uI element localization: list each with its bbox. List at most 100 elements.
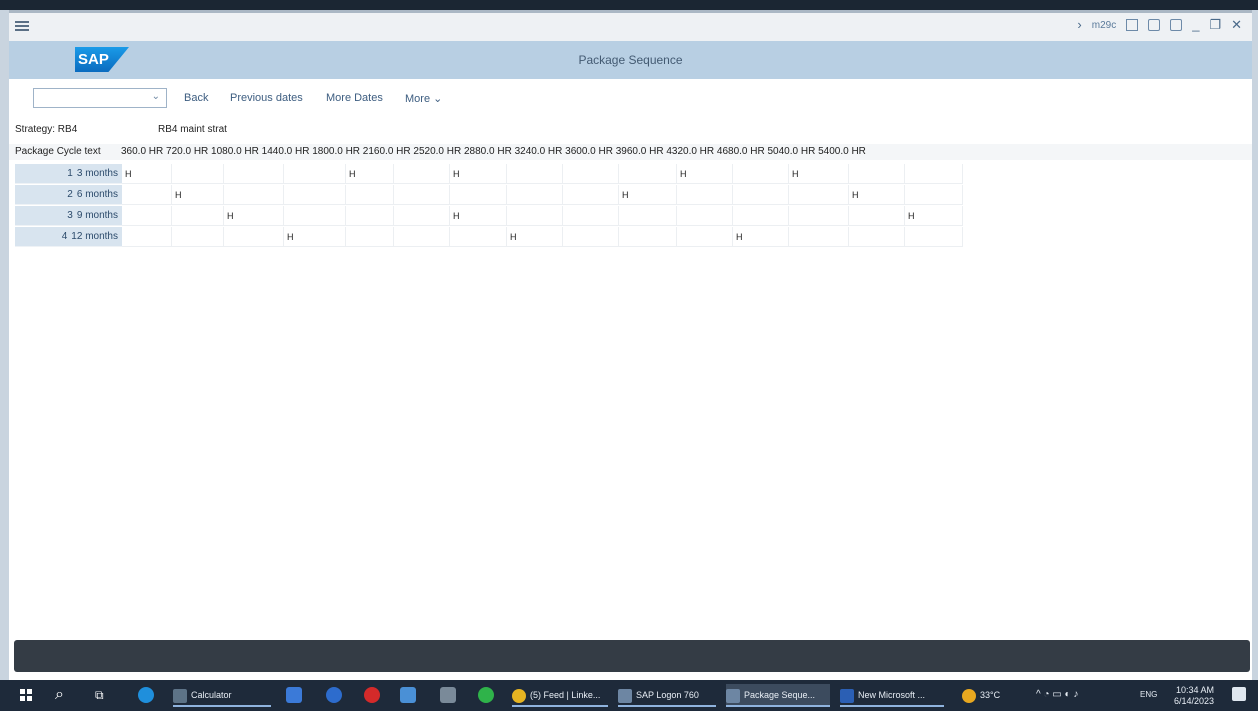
sequence-cell[interactable] bbox=[563, 227, 619, 247]
record-icon[interactable] bbox=[364, 687, 380, 703]
command-dropdown[interactable]: ⌄ bbox=[33, 88, 167, 108]
sequence-cell[interactable]: H bbox=[284, 227, 346, 247]
sequence-cell[interactable]: H bbox=[450, 206, 507, 226]
strategy-label: Strategy: RB4 bbox=[15, 124, 78, 135]
sequence-cell[interactable] bbox=[284, 164, 346, 184]
sequence-cell[interactable] bbox=[122, 227, 172, 247]
sequence-cell[interactable] bbox=[677, 227, 733, 247]
package-row-label[interactable]: 4 12 months bbox=[15, 227, 122, 247]
system-tray-icons[interactable]: ^ ◔ ▭ ◐ ♪ bbox=[1036, 689, 1078, 700]
sequence-cell[interactable] bbox=[849, 164, 905, 184]
new-session-icon[interactable] bbox=[1148, 19, 1161, 31]
sequence-cell[interactable]: H bbox=[677, 164, 733, 184]
mail-icon[interactable] bbox=[400, 687, 416, 703]
sequence-cell[interactable] bbox=[172, 227, 224, 247]
sequence-cell[interactable]: H bbox=[172, 185, 224, 205]
sequence-cell[interactable] bbox=[172, 164, 224, 184]
taskbar-app-calculator[interactable]: Calculator bbox=[173, 684, 271, 707]
sequence-cell[interactable] bbox=[849, 227, 905, 247]
taskbar-app-word[interactable]: New Microsoft ... bbox=[840, 684, 944, 707]
taskbar-app-sap-logon[interactable]: SAP Logon 760 bbox=[618, 684, 716, 707]
sequence-cell[interactable] bbox=[507, 164, 563, 184]
sequence-cell[interactable] bbox=[619, 164, 677, 184]
weather-widget[interactable]: 33°C bbox=[962, 684, 1022, 707]
restore-icon[interactable]: ❐ bbox=[1209, 18, 1221, 32]
sequence-cell[interactable] bbox=[346, 185, 394, 205]
sequence-cell[interactable] bbox=[733, 185, 789, 205]
sequence-cell[interactable] bbox=[733, 164, 789, 184]
sequence-cell[interactable]: H bbox=[619, 185, 677, 205]
sequence-cell[interactable]: H bbox=[733, 227, 789, 247]
sequence-cell[interactable] bbox=[450, 185, 507, 205]
more-dates-button[interactable]: More Dates bbox=[326, 92, 383, 104]
sequence-cell[interactable] bbox=[677, 185, 733, 205]
sequence-cell[interactable] bbox=[507, 185, 563, 205]
sequence-cell[interactable] bbox=[122, 185, 172, 205]
sequence-cell[interactable] bbox=[122, 206, 172, 226]
sequence-cell[interactable] bbox=[394, 227, 450, 247]
title-bar: SAP Package Sequence bbox=[9, 41, 1252, 79]
sequence-cell[interactable]: H bbox=[849, 185, 905, 205]
package-row-label[interactable]: 26 months bbox=[15, 185, 122, 205]
sequence-cell[interactable] bbox=[619, 206, 677, 226]
calendar-icon[interactable] bbox=[286, 687, 302, 703]
shortcut-icon[interactable] bbox=[1170, 19, 1183, 31]
whatsapp-icon[interactable] bbox=[478, 687, 494, 703]
sequence-cell[interactable]: H bbox=[346, 164, 394, 184]
sequence-cell[interactable] bbox=[346, 206, 394, 226]
package-row-label[interactable]: 13 months bbox=[15, 164, 122, 184]
teams-icon[interactable] bbox=[326, 687, 342, 703]
chevron-right-icon[interactable]: › bbox=[1077, 18, 1081, 32]
language-indicator[interactable]: ENG bbox=[1140, 690, 1157, 699]
sequence-cell[interactable] bbox=[394, 185, 450, 205]
sequence-cell[interactable] bbox=[346, 227, 394, 247]
running-indicator bbox=[618, 705, 716, 707]
camera-icon[interactable] bbox=[440, 687, 456, 703]
sequence-cell[interactable] bbox=[224, 185, 284, 205]
sequence-cell[interactable] bbox=[284, 206, 346, 226]
close-icon[interactable]: ✕ bbox=[1231, 18, 1242, 32]
sequence-cell[interactable] bbox=[224, 227, 284, 247]
sequence-cell[interactable] bbox=[789, 206, 849, 226]
taskbar-app-package-sequence[interactable]: Package Seque... bbox=[726, 684, 830, 707]
menu-icon[interactable] bbox=[15, 19, 29, 33]
sequence-cell[interactable] bbox=[789, 227, 849, 247]
clock[interactable]: 10:34 AM 6/14/2023 bbox=[1174, 685, 1214, 707]
sequence-cell[interactable] bbox=[563, 185, 619, 205]
sequence-cell[interactable] bbox=[394, 164, 450, 184]
previous-dates-button[interactable]: Previous dates bbox=[230, 92, 303, 104]
sequence-cell[interactable] bbox=[905, 164, 963, 184]
more-button[interactable]: More ⌄ bbox=[405, 92, 442, 105]
sequence-cell[interactable]: H bbox=[122, 164, 172, 184]
sequence-cell[interactable] bbox=[224, 164, 284, 184]
sequence-cell[interactable]: H bbox=[789, 164, 849, 184]
back-button[interactable]: Back bbox=[184, 92, 208, 104]
sequence-cell[interactable] bbox=[789, 185, 849, 205]
sequence-cell[interactable] bbox=[450, 227, 507, 247]
sequence-cell[interactable] bbox=[507, 206, 563, 226]
sequence-cell[interactable] bbox=[905, 185, 963, 205]
sequence-cell[interactable]: H bbox=[905, 206, 963, 226]
taskbar-app-chrome[interactable]: (5) Feed | Linke... bbox=[512, 684, 608, 707]
search-icon[interactable]: ⌕ bbox=[55, 686, 64, 704]
sequence-cell[interactable] bbox=[849, 206, 905, 226]
sequence-cell[interactable] bbox=[905, 227, 963, 247]
minimize-icon[interactable]: _ bbox=[1192, 18, 1199, 32]
save-icon[interactable] bbox=[1126, 19, 1139, 31]
sequence-cell[interactable]: H bbox=[450, 164, 507, 184]
sequence-cell[interactable] bbox=[619, 227, 677, 247]
edge-icon[interactable] bbox=[138, 687, 154, 703]
sequence-cell[interactable] bbox=[733, 206, 789, 226]
task-view-icon[interactable]: ⧉ bbox=[95, 688, 104, 703]
sequence-cell[interactable]: H bbox=[507, 227, 563, 247]
sequence-cell[interactable] bbox=[677, 206, 733, 226]
sequence-cell[interactable] bbox=[172, 206, 224, 226]
sequence-cell[interactable] bbox=[563, 206, 619, 226]
package-row-label[interactable]: 39 months bbox=[15, 206, 122, 226]
windows-start-icon[interactable] bbox=[20, 689, 32, 701]
sequence-cell[interactable] bbox=[284, 185, 346, 205]
notification-icon[interactable] bbox=[1232, 687, 1246, 701]
sequence-cell[interactable] bbox=[394, 206, 450, 226]
sequence-cell[interactable]: H bbox=[224, 206, 284, 226]
sequence-cell[interactable] bbox=[563, 164, 619, 184]
